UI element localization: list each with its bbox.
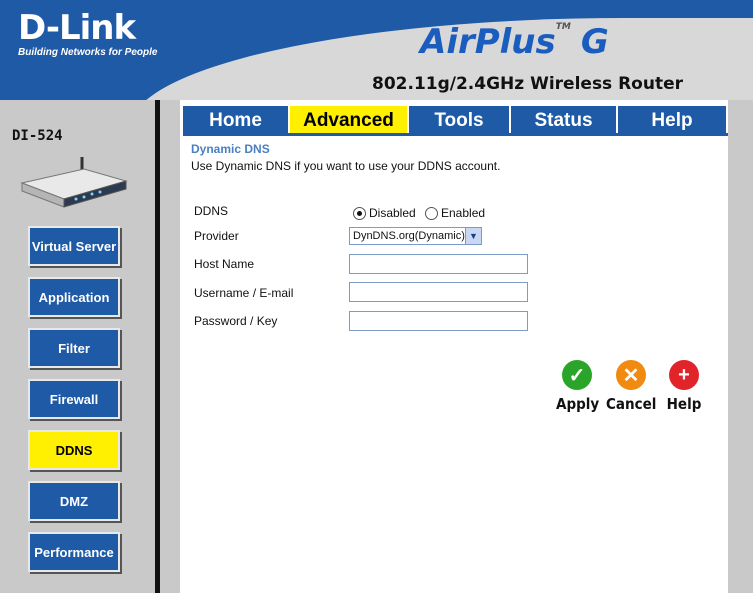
cancel-button[interactable]: ✕ Cancel bbox=[606, 360, 656, 413]
checkmark-icon[interactable]: ✓ bbox=[562, 360, 592, 390]
sidebar-item-virtual-server[interactable]: Virtual Server bbox=[28, 226, 120, 266]
tab-advanced[interactable]: Advanced bbox=[290, 106, 409, 136]
provider-value: DynDNS.org(Dynamic) bbox=[353, 230, 465, 242]
host-name-label: Host Name bbox=[194, 257, 255, 271]
chevron-down-icon[interactable]: ▼ bbox=[464, 228, 481, 244]
ddns-label: DDNS bbox=[194, 204, 229, 218]
tab-home[interactable]: Home bbox=[183, 106, 290, 136]
brand-name: D-Link bbox=[18, 8, 136, 48]
top-tabs: Home Advanced Tools Status Help bbox=[183, 106, 726, 136]
ddns-enabled-label: Enabled bbox=[441, 206, 486, 220]
sidebar-divider bbox=[155, 100, 160, 593]
dlink-logo: D-Link Building Networks for People bbox=[18, 10, 157, 58]
brand-tagline: Building Networks for People bbox=[18, 47, 158, 58]
sidebar-item-performance[interactable]: Performance bbox=[28, 532, 120, 572]
product-suffix: G bbox=[580, 22, 609, 62]
router-image bbox=[20, 157, 128, 208]
username-input[interactable] bbox=[349, 282, 528, 302]
plus-icon[interactable]: + bbox=[669, 360, 699, 390]
apply-button[interactable]: ✓ Apply bbox=[556, 360, 600, 413]
ddns-disabled-radio[interactable]: Disabled bbox=[353, 206, 416, 220]
radio-unselected-icon[interactable] bbox=[425, 206, 438, 220]
password-input[interactable] bbox=[349, 311, 528, 331]
help-label: Help bbox=[666, 395, 702, 413]
product-name: AirPlus bbox=[420, 22, 556, 62]
tab-tools[interactable]: Tools bbox=[409, 106, 511, 136]
header: D-Link Building Networks for People AirP… bbox=[0, 0, 753, 100]
help-button[interactable]: + Help bbox=[665, 360, 703, 413]
cancel-label: Cancel bbox=[606, 395, 657, 413]
sidebar-item-firewall[interactable]: Firewall bbox=[28, 379, 120, 419]
sidebar-item-filter[interactable]: Filter bbox=[28, 328, 120, 368]
sidebar-item-ddns[interactable]: DDNS bbox=[28, 430, 120, 470]
sidebar-item-dmz[interactable]: DMZ bbox=[28, 481, 120, 521]
tab-status[interactable]: Status bbox=[511, 106, 618, 136]
tab-underline bbox=[183, 133, 728, 136]
password-label: Password / Key bbox=[194, 314, 278, 328]
trademark: TM bbox=[555, 22, 571, 32]
apply-label: Apply bbox=[556, 395, 600, 413]
provider-select[interactable]: DynDNS.org(Dynamic) ▼ bbox=[349, 227, 482, 245]
close-icon[interactable]: ✕ bbox=[616, 360, 646, 390]
airplus-logo: AirPlusTM G bbox=[420, 22, 609, 62]
model-title: 802.11g/2.4GHz Wireless Router bbox=[372, 74, 684, 94]
ddns-disabled-label: Disabled bbox=[369, 206, 416, 220]
radio-selected-icon[interactable] bbox=[353, 206, 366, 220]
main-panel bbox=[180, 100, 728, 593]
username-label: Username / E-mail bbox=[194, 286, 294, 300]
provider-label: Provider bbox=[194, 229, 239, 243]
right-margin bbox=[728, 100, 753, 593]
ddns-enabled-radio[interactable]: Enabled bbox=[425, 206, 485, 220]
tab-help[interactable]: Help bbox=[618, 106, 726, 136]
page-title: Dynamic DNS bbox=[191, 142, 270, 156]
page-description: Use Dynamic DNS if you want to use your … bbox=[191, 159, 501, 173]
device-label: DI-524 bbox=[12, 128, 63, 144]
host-name-input[interactable] bbox=[349, 254, 528, 274]
sidebar: DI-524 Virtual Server Application Filter… bbox=[0, 100, 155, 593]
sidebar-item-application[interactable]: Application bbox=[28, 277, 120, 317]
